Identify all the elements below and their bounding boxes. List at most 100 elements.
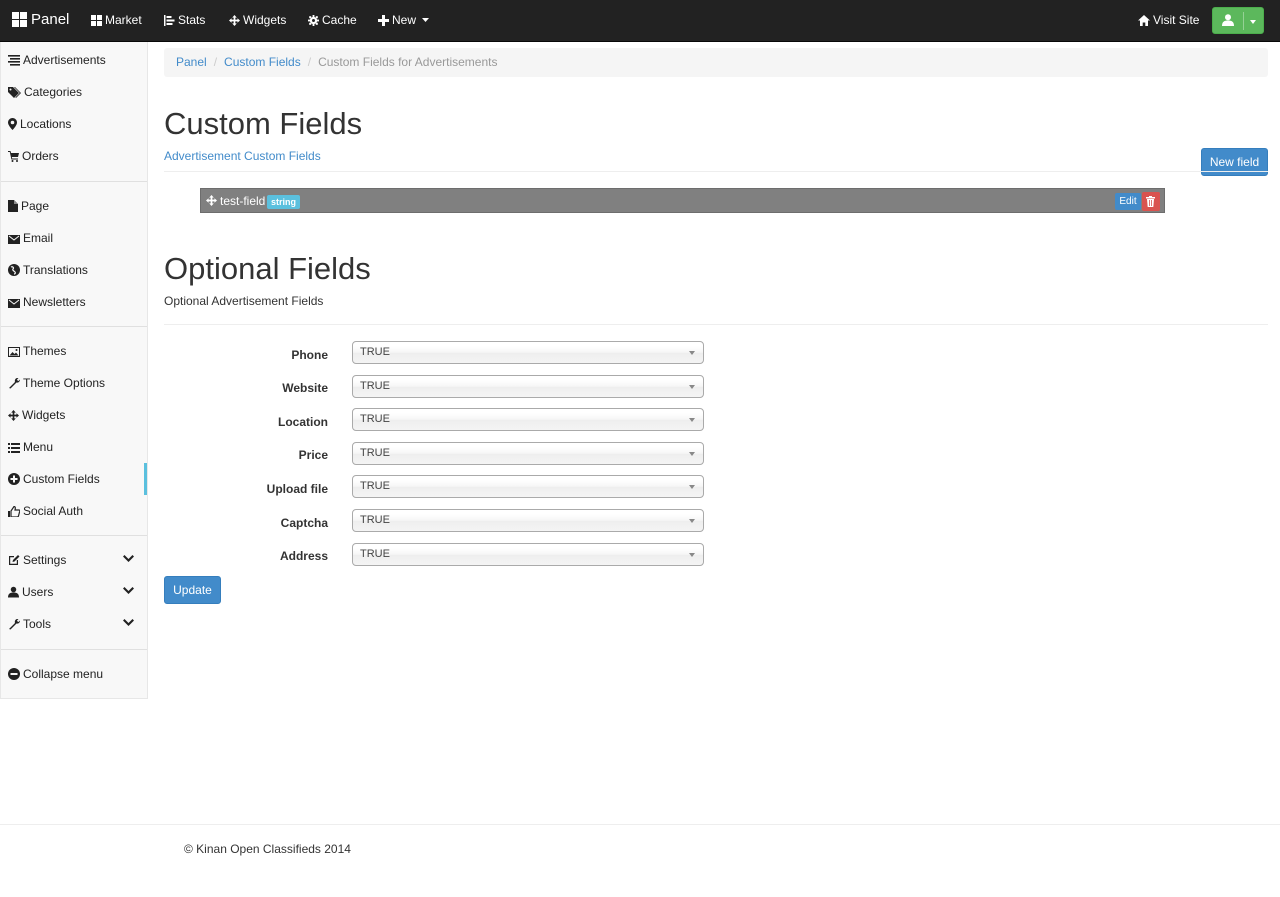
sidebar-item-label: Users: [22, 585, 54, 599]
field-type-badge: string: [267, 195, 301, 209]
nav-cache-label: Cache: [322, 13, 357, 27]
trash-icon: [1146, 196, 1155, 207]
sidebar-item-newsletters[interactable]: Newsletters: [1, 286, 147, 318]
chevron-down-icon[interactable]: [123, 587, 134, 595]
location-label: Location: [278, 415, 328, 429]
bar-chart-icon: [164, 15, 175, 26]
location-select[interactable]: TRUE: [352, 408, 704, 431]
wrench-icon: [9, 378, 20, 389]
sidebar-item-label: Tools: [23, 617, 52, 631]
sidebar-item-label: Themes: [23, 344, 67, 358]
sidebar-item-email[interactable]: Email: [1, 222, 147, 254]
sidebar-divider: [1, 181, 147, 182]
brand-link[interactable]: Panel: [12, 0, 69, 41]
select-arrow-icon: [689, 418, 695, 422]
sidebar-item-label: Advertisements: [23, 53, 106, 67]
sidebar-item-translations[interactable]: Translations: [1, 254, 147, 286]
select-value: TRUE: [360, 380, 390, 392]
list-alt-icon: [8, 443, 20, 453]
nav-stats-label: Stats: [178, 13, 206, 27]
sidebar-item-locations[interactable]: Locations: [1, 108, 147, 140]
delete-field-button[interactable]: [1142, 192, 1160, 211]
sidebar-item-label: Widgets: [22, 408, 66, 422]
sidebar-item-label: Collapse menu: [23, 667, 104, 681]
sidebar-item-social-auth[interactable]: Social Auth: [1, 495, 147, 527]
sidebar-item-label: Newsletters: [23, 295, 86, 309]
breadcrumb-link-panel[interactable]: Panel: [176, 55, 207, 69]
sidebar-item-orders[interactable]: Orders: [1, 140, 147, 172]
sidebar-item-themes[interactable]: Themes: [1, 335, 147, 367]
sidebar-item-users[interactable]: Users: [1, 576, 147, 608]
advertisement-custom-fields-link[interactable]: Advertisement Custom Fields: [164, 149, 321, 163]
plus-icon: [378, 15, 389, 26]
user-button-separator: [1243, 12, 1244, 30]
upload-file-label: Upload file: [266, 482, 328, 496]
visit-site-link[interactable]: Visit Site: [1138, 0, 1199, 41]
nav-market[interactable]: Market: [91, 0, 142, 41]
envelope-icon: [8, 299, 20, 308]
custom-fields-title: Custom Fields: [164, 106, 363, 141]
select-value: TRUE: [360, 548, 390, 560]
sidebar-item-label: Categories: [24, 85, 83, 99]
select-arrow-icon: [689, 519, 695, 523]
phone-select[interactable]: TRUE: [352, 341, 704, 364]
nav-new-dropdown[interactable]: New: [378, 0, 432, 41]
address-select[interactable]: TRUE: [352, 543, 704, 566]
picture-icon: [8, 347, 20, 357]
sidebar-item-label: Orders: [22, 149, 59, 163]
captcha-select[interactable]: TRUE: [352, 509, 704, 532]
edit-field-button[interactable]: Edit: [1115, 193, 1141, 210]
sidebar-item-collapse-menu[interactable]: Collapse menu: [1, 658, 147, 690]
sidebar-item-label: Page: [21, 199, 50, 213]
file-icon: [8, 200, 18, 212]
sidebar-item-label: Theme Options: [23, 376, 106, 390]
sidebar-divider: [1, 649, 147, 650]
edit-icon: [9, 555, 20, 565]
nav-new-label: New: [392, 13, 417, 27]
website-label: Website: [282, 381, 328, 395]
sidebar-item-categories[interactable]: Categories: [1, 76, 147, 108]
nav-widgets[interactable]: Widgets: [229, 0, 286, 41]
section-divider: [164, 171, 1268, 172]
sidebar-item-advertisements[interactable]: Advertisements: [1, 44, 147, 76]
minus-circle-icon: [8, 668, 20, 680]
price-label: Price: [298, 448, 328, 462]
footer-copyright: © Kinan Open Classifieds 2014: [184, 842, 351, 856]
sidebar-item-theme-options[interactable]: Theme Options: [1, 367, 147, 399]
top-navbar: Panel Market Stats Widgets Cache New Vis…: [0, 0, 1280, 42]
nav-market-label: Market: [105, 13, 142, 27]
upload-file-select[interactable]: TRUE: [352, 475, 704, 498]
user-icon: [8, 586, 19, 598]
sidebar-item-label: Social Auth: [23, 504, 84, 518]
gear-icon: [308, 15, 319, 26]
price-select[interactable]: TRUE: [352, 442, 704, 465]
nav-stats[interactable]: Stats: [164, 0, 205, 41]
nav-cache[interactable]: Cache: [308, 0, 357, 41]
update-button[interactable]: Update: [164, 576, 221, 604]
custom-field-row[interactable]: test-field string Edit: [200, 188, 1165, 213]
select-value: TRUE: [360, 413, 390, 425]
caret-down-icon: [422, 18, 430, 22]
caret-down-icon[interactable]: [1250, 20, 1256, 24]
sidebar-item-tools[interactable]: Tools: [1, 608, 147, 640]
optional-fields-title: Optional Fields: [164, 251, 371, 286]
user-menu-button[interactable]: [1212, 7, 1264, 34]
select-value: TRUE: [360, 447, 390, 459]
breadcrumb-link-custom-fields[interactable]: Custom Fields: [224, 55, 301, 69]
breadcrumb-current: Custom Fields for Advertisements: [318, 55, 498, 69]
sidebar-item-page[interactable]: Page: [1, 190, 147, 222]
select-arrow-icon: [689, 385, 695, 389]
sidebar-item-label: Menu: [23, 440, 54, 454]
sidebar-item-menu[interactable]: Menu: [1, 431, 147, 463]
sidebar-item-label: Settings: [23, 553, 67, 567]
sidebar-item-settings[interactable]: Settings: [1, 544, 147, 576]
visit-site-label: Visit Site: [1153, 13, 1200, 27]
sidebar-item-custom-fields[interactable]: Custom Fields: [1, 463, 147, 495]
website-select[interactable]: TRUE: [352, 375, 704, 398]
move-icon[interactable]: [206, 195, 217, 206]
chevron-down-icon[interactable]: [123, 619, 134, 627]
sidebar-item-widgets[interactable]: Widgets: [1, 399, 147, 431]
chevron-down-icon[interactable]: [123, 555, 134, 563]
sidebar-divider: [1, 535, 147, 536]
select-arrow-icon: [689, 553, 695, 557]
